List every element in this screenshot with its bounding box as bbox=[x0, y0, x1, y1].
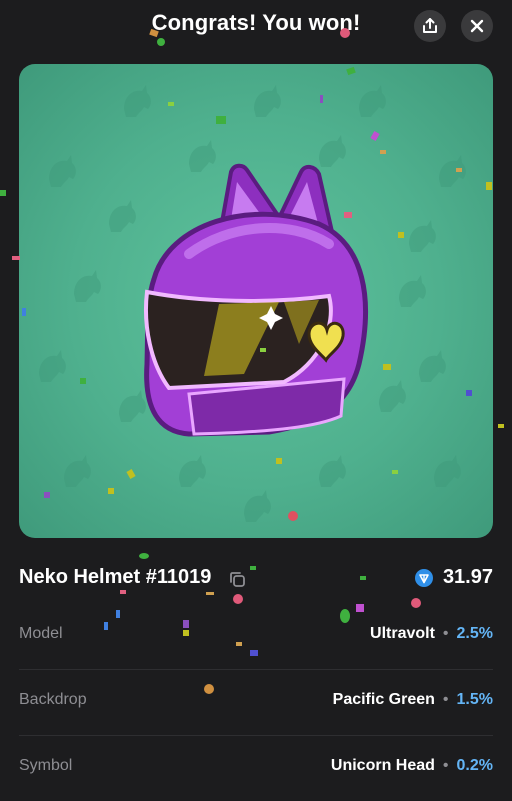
attribute-label: Model bbox=[19, 625, 63, 642]
attribute-label: Symbol bbox=[19, 757, 73, 774]
attribute-value: Unicorn Head bbox=[330, 757, 435, 774]
header: Congrats! You won! bbox=[0, 0, 512, 56]
attribute-row-backdrop: Backdrop Pacific Green • 1.5% bbox=[19, 669, 493, 736]
attribute-value-group: Unicorn Head • 0.2% bbox=[331, 757, 493, 775]
helmet-illustration bbox=[143, 163, 369, 437]
attribute-rarity: 1.5% bbox=[456, 691, 493, 708]
ton-icon bbox=[414, 568, 433, 587]
attribute-value-group: Ultravolt • 2.5% bbox=[370, 625, 493, 643]
attribute-row-symbol: Symbol Unicorn Head • 0.2% bbox=[19, 735, 493, 801]
close-button[interactable] bbox=[461, 10, 493, 42]
price-value: 31.97 bbox=[442, 566, 493, 588]
close-icon bbox=[470, 19, 484, 33]
separator-dot: • bbox=[442, 691, 449, 708]
attribute-rarity: 0.2% bbox=[456, 757, 493, 774]
gift-price: 31.97 bbox=[414, 566, 493, 589]
attribute-value: Ultravolt bbox=[370, 625, 435, 642]
gift-preview bbox=[19, 64, 493, 538]
gift-name: Neko Helmet #11019 bbox=[19, 566, 212, 588]
gift-info: Neko Helmet #11019 31.97 bbox=[19, 566, 493, 594]
attribute-label: Backdrop bbox=[19, 691, 87, 708]
separator-dot: • bbox=[442, 757, 449, 774]
separator-dot: • bbox=[442, 625, 449, 642]
copy-icon[interactable] bbox=[228, 570, 246, 588]
attribute-rarity: 2.5% bbox=[456, 625, 493, 642]
share-button[interactable] bbox=[414, 10, 446, 42]
share-icon bbox=[423, 18, 437, 33]
attribute-value: Pacific Green bbox=[332, 691, 435, 708]
attribute-row-model: Model Ultravolt • 2.5% bbox=[19, 603, 493, 670]
attribute-value-group: Pacific Green • 1.5% bbox=[333, 691, 493, 709]
